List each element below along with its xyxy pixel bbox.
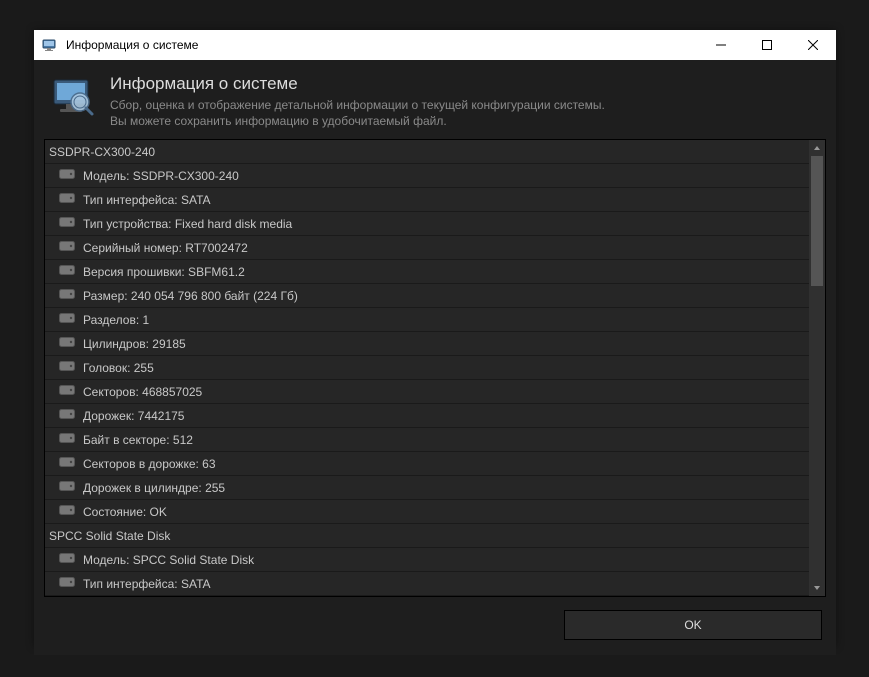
drive-icon bbox=[59, 312, 75, 327]
minimize-button[interactable] bbox=[698, 30, 744, 60]
list-item[interactable]: Состояние: OK bbox=[45, 500, 809, 524]
window-title: Информация о системе bbox=[66, 38, 198, 52]
app-icon bbox=[42, 37, 58, 53]
list-item[interactable]: Дорожек: 7442175 bbox=[45, 404, 809, 428]
scroll-thumb[interactable] bbox=[811, 156, 823, 286]
drive-icon bbox=[59, 264, 75, 279]
list-item[interactable]: Цилиндров: 29185 bbox=[45, 332, 809, 356]
close-button[interactable] bbox=[790, 30, 836, 60]
row-text: Размер: 240 054 796 800 байт (224 Гб) bbox=[83, 289, 298, 303]
drive-icon bbox=[59, 504, 75, 519]
maximize-button[interactable] bbox=[744, 30, 790, 60]
row-text: Байт в секторе: 512 bbox=[83, 433, 193, 447]
footer: OK bbox=[44, 597, 826, 645]
drive-icon bbox=[59, 456, 75, 471]
drive-icon bbox=[59, 432, 75, 447]
list-item[interactable]: Секторов: 468857025 bbox=[45, 380, 809, 404]
drive-icon bbox=[59, 408, 75, 423]
row-text: Головок: 255 bbox=[83, 361, 154, 375]
header: Информация о системе Сбор, оценка и отоб… bbox=[44, 70, 826, 139]
row-text: SPCC Solid State Disk bbox=[49, 529, 170, 543]
drive-icon bbox=[59, 336, 75, 351]
drive-icon bbox=[59, 216, 75, 231]
window-frame: Информация о системе bbox=[34, 30, 836, 646]
drive-icon bbox=[59, 552, 75, 567]
header-monitor-icon bbox=[50, 74, 98, 122]
list-group-header[interactable]: SSDPR-CX300-240 bbox=[45, 140, 809, 164]
list-item[interactable]: Дорожек в цилиндре: 255 bbox=[45, 476, 809, 500]
list-group-header[interactable]: SPCC Solid State Disk bbox=[45, 524, 809, 548]
row-text: Версия прошивки: SBFM61.2 bbox=[83, 265, 245, 279]
ok-button-label: OK bbox=[684, 618, 701, 632]
scroll-track[interactable] bbox=[809, 156, 825, 580]
row-text: Секторов в дорожке: 63 bbox=[83, 457, 216, 471]
info-list[interactable]: SSDPR-CX300-240 Модель: SSDPR-CX300-240 Ти… bbox=[45, 140, 809, 596]
row-text: Состояние: OK bbox=[83, 505, 167, 519]
row-text: Цилиндров: 29185 bbox=[83, 337, 186, 351]
row-text: Дорожек в цилиндре: 255 bbox=[83, 481, 225, 495]
scroll-up-button[interactable] bbox=[809, 140, 825, 156]
list-item[interactable]: Секторов в дорожке: 63 bbox=[45, 452, 809, 476]
list-item[interactable]: Байт в секторе: 512 bbox=[45, 428, 809, 452]
drive-icon bbox=[59, 192, 75, 207]
list-item[interactable]: Версия прошивки: SBFM61.2 bbox=[45, 260, 809, 284]
drive-icon bbox=[59, 168, 75, 183]
drive-icon bbox=[59, 240, 75, 255]
drive-icon bbox=[59, 288, 75, 303]
titlebar[interactable]: Информация о системе bbox=[34, 30, 836, 60]
row-text: Разделов: 1 bbox=[83, 313, 149, 327]
list-item[interactable]: Головок: 255 bbox=[45, 356, 809, 380]
row-text: Тип устройства: Fixed hard disk media bbox=[83, 217, 292, 231]
drive-icon bbox=[59, 576, 75, 591]
scroll-down-button[interactable] bbox=[809, 580, 825, 596]
row-text: SSDPR-CX300-240 bbox=[49, 145, 155, 159]
row-text: Тип интерфейса: SATA bbox=[83, 193, 211, 207]
client-area: Информация о системе Сбор, оценка и отоб… bbox=[34, 60, 836, 655]
list-item[interactable]: Размер: 240 054 796 800 байт (224 Гб) bbox=[45, 284, 809, 308]
list-item[interactable]: Серийный номер: RT7002472 bbox=[45, 236, 809, 260]
row-text: Модель: SSDPR-CX300-240 bbox=[83, 169, 239, 183]
row-text: Серийный номер: RT7002472 bbox=[83, 241, 248, 255]
ok-button[interactable]: OK bbox=[564, 610, 822, 640]
info-list-frame: SSDPR-CX300-240 Модель: SSDPR-CX300-240 Ти… bbox=[44, 139, 826, 597]
drive-icon bbox=[59, 480, 75, 495]
list-item[interactable]: Тип интерфейса: SATA bbox=[45, 188, 809, 212]
row-text: Тип интерфейса: SATA bbox=[83, 577, 211, 591]
row-text: Модель: SPCC Solid State Disk bbox=[83, 553, 254, 567]
drive-icon bbox=[59, 384, 75, 399]
row-text: Дорожек: 7442175 bbox=[83, 409, 184, 423]
list-item[interactable]: Тип устройства: Fixed hard disk media bbox=[45, 212, 809, 236]
row-text: Секторов: 468857025 bbox=[83, 385, 202, 399]
list-item[interactable]: Тип интерфейса: SATA bbox=[45, 572, 809, 596]
header-title: Информация о системе bbox=[110, 74, 605, 94]
list-item[interactable]: Модель: SSDPR-CX300-240 bbox=[45, 164, 809, 188]
scrollbar[interactable] bbox=[809, 140, 825, 596]
header-subtitle-2: Вы можете сохранить информацию в удобочи… bbox=[110, 113, 605, 129]
list-item[interactable]: Разделов: 1 bbox=[45, 308, 809, 332]
list-item[interactable]: Модель: SPCC Solid State Disk bbox=[45, 548, 809, 572]
header-subtitle-1: Сбор, оценка и отображение детальной инф… bbox=[110, 97, 605, 113]
drive-icon bbox=[59, 360, 75, 375]
